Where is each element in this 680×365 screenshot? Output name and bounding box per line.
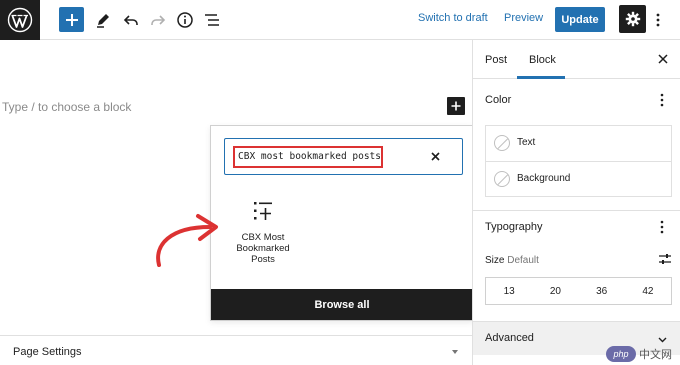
preview-button[interactable]: Preview: [504, 12, 543, 24]
size-label: Size: [485, 255, 505, 266]
empty-swatch-icon: [494, 135, 510, 151]
color-item-label: Text: [517, 137, 536, 148]
sidebar-tabs: Post Block: [473, 40, 680, 79]
settings-sidebar: Post Block Color Text Background Typogra…: [472, 40, 680, 365]
watermark-text: 中文网: [639, 348, 672, 361]
switch-to-draft-button[interactable]: Switch to draft: [418, 12, 488, 24]
color-options-icon[interactable]: [659, 93, 665, 107]
advanced-label: Advanced: [485, 332, 534, 344]
wordpress-logo-icon[interactable]: [0, 0, 40, 40]
block-inserter-popover: CBX most bookmarked posts CBX Most Bookm…: [210, 125, 474, 321]
list-view-icon[interactable]: [201, 9, 223, 31]
color-settings-list: Text Background: [485, 125, 672, 197]
redo-icon[interactable]: [147, 9, 169, 31]
edit-pencil-icon[interactable]: [92, 9, 114, 31]
color-item-background[interactable]: Background: [486, 161, 671, 196]
font-size-option[interactable]: 42: [625, 278, 671, 304]
list-plus-icon: [250, 198, 276, 224]
font-size-option[interactable]: 13: [486, 278, 532, 304]
block-search-input[interactable]: CBX most bookmarked posts: [233, 146, 383, 168]
typography-panel-title: Typography: [485, 221, 543, 233]
block-result-label: CBX Most Bookmarked Posts: [236, 232, 290, 265]
font-size-picker: 13 20 36 42: [485, 277, 672, 305]
divider: [473, 210, 680, 211]
chevron-down-icon: [658, 337, 667, 343]
more-options-icon[interactable]: [651, 9, 665, 31]
font-size-option[interactable]: 36: [579, 278, 625, 304]
update-button[interactable]: Update: [555, 7, 605, 32]
block-search-box[interactable]: CBX most bookmarked posts: [224, 138, 463, 175]
search-value: CBX most bookmarked posts: [238, 151, 381, 162]
color-item-label: Background: [517, 173, 571, 184]
custom-size-settings-icon[interactable]: [658, 252, 672, 266]
undo-icon[interactable]: [120, 9, 142, 31]
annotation-arrow-icon: [156, 214, 218, 267]
page-settings-bar[interactable]: Page Settings: [0, 335, 472, 365]
typography-options-icon[interactable]: [659, 220, 665, 234]
watermark-badge: php: [606, 346, 636, 362]
text-caret: [382, 151, 383, 162]
size-default-value: Default: [507, 255, 539, 266]
top-toolbar: Switch to draft Preview Update: [0, 0, 680, 40]
info-icon[interactable]: [174, 9, 196, 31]
active-tab-indicator: [517, 76, 565, 79]
close-icon[interactable]: [657, 53, 669, 65]
watermark-logo: php 中文网: [606, 344, 678, 364]
empty-swatch-icon: [494, 171, 510, 187]
plus-icon: [451, 101, 461, 111]
page-settings-label: Page Settings: [13, 346, 82, 358]
color-item-text[interactable]: Text: [486, 126, 671, 161]
plus-icon: [65, 13, 78, 26]
block-placeholder[interactable]: Type / to choose a block: [2, 100, 131, 114]
color-panel-title: Color: [485, 94, 512, 106]
font-size-label: Size Default: [485, 255, 539, 266]
font-size-option[interactable]: 20: [532, 278, 578, 304]
block-result-cbx-most-bookmarked-posts[interactable]: CBX Most Bookmarked Posts: [231, 198, 295, 278]
tab-block[interactable]: Block: [529, 54, 556, 66]
browse-all-button[interactable]: Browse all: [211, 289, 473, 320]
add-block-button[interactable]: [447, 97, 465, 115]
caret-down-icon[interactable]: [451, 348, 459, 356]
settings-gear-icon[interactable]: [619, 5, 646, 33]
clear-search-icon[interactable]: [427, 148, 443, 164]
block-inserter-button[interactable]: [59, 7, 84, 32]
tab-post[interactable]: Post: [485, 54, 507, 66]
